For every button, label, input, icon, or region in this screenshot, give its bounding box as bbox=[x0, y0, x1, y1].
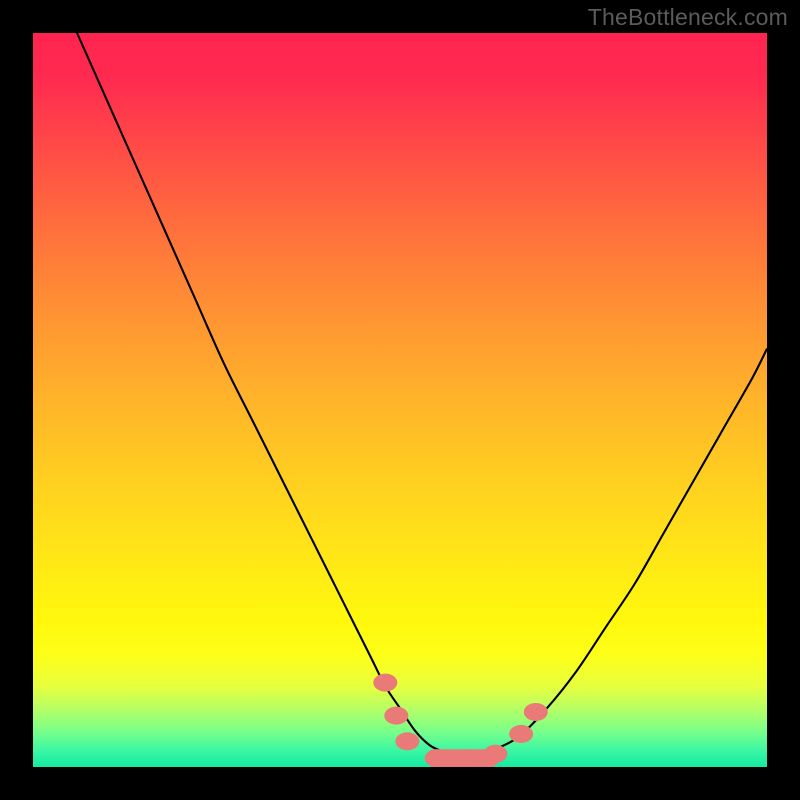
plot-area bbox=[33, 33, 767, 767]
curve-marker bbox=[384, 707, 408, 725]
curve-markers bbox=[373, 674, 547, 767]
curve-marker-capsule bbox=[426, 749, 499, 767]
curve-marker bbox=[395, 732, 419, 750]
curve-layer bbox=[33, 33, 767, 767]
bottleneck-curve-path bbox=[77, 33, 767, 761]
watermark-text: TheBottleneck.com bbox=[588, 4, 788, 31]
curve-marker bbox=[524, 703, 548, 721]
curve-marker bbox=[509, 725, 533, 743]
chart-frame: TheBottleneck.com bbox=[0, 0, 800, 800]
curve-marker bbox=[373, 674, 397, 692]
